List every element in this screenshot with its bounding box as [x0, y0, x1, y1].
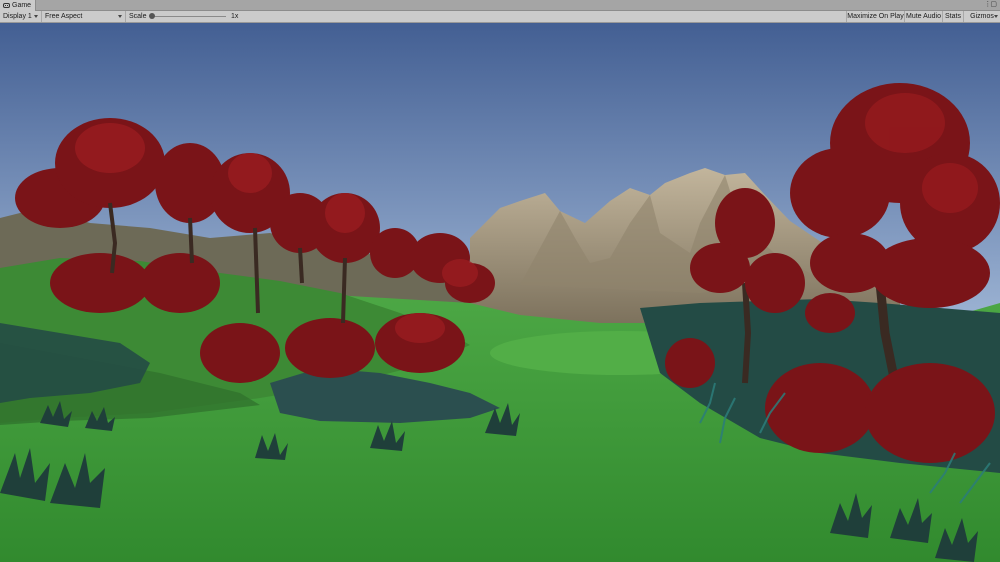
scale-value: 1x: [231, 13, 239, 20]
scale-slider-track[interactable]: [152, 16, 226, 17]
game-toolbar: Display 1 Free Aspect Scale 1x Maximize …: [0, 11, 1000, 23]
tab-game[interactable]: Game: [0, 0, 36, 11]
rendered-scene: [0, 23, 1000, 562]
aspect-dropdown[interactable]: Free Aspect: [42, 11, 126, 22]
gizmos-dropdown[interactable]: Gizmos: [963, 11, 1000, 22]
mute-audio-button[interactable]: Mute Audio: [904, 11, 942, 22]
scale-label: Scale: [129, 13, 147, 20]
scale-slider-thumb[interactable]: [149, 13, 155, 19]
stats-button[interactable]: Stats: [942, 11, 963, 22]
aspect-dropdown-label: Free Aspect: [45, 13, 83, 20]
tab-strip: Game ⋮▢: [0, 0, 1000, 11]
chevron-down-icon: [118, 15, 122, 18]
gamepad-icon: [3, 3, 10, 8]
gizmos-label: Gizmos: [970, 13, 994, 20]
scale-control: Scale 1x: [126, 11, 241, 22]
maximize-on-play-button[interactable]: Maximize On Play: [846, 11, 904, 22]
chevron-down-icon: [34, 15, 38, 18]
chevron-down-icon: [994, 15, 998, 18]
display-dropdown[interactable]: Display 1: [0, 11, 42, 22]
tab-game-label: Game: [12, 2, 32, 9]
game-view-viewport[interactable]: [0, 23, 1000, 562]
kebab-menu-icon[interactable]: ⋮▢: [984, 1, 997, 9]
display-dropdown-label: Display 1: [3, 13, 32, 20]
